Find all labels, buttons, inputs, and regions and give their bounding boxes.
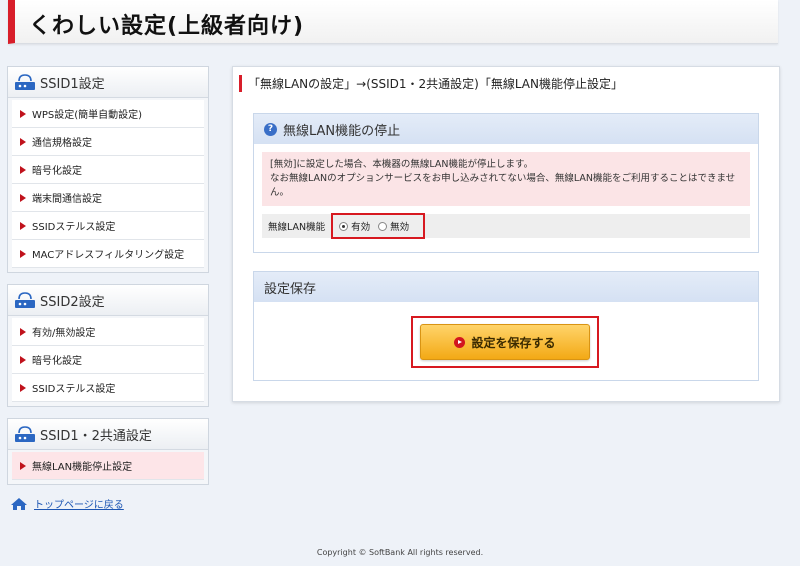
save-button[interactable]: 設定を保存する — [420, 324, 590, 360]
wifi-icon — [15, 292, 35, 308]
play-arrow-icon — [454, 336, 466, 348]
main-panel: 「無線LANの設定」→(SSID1・2共通設定)「無線LAN機能停止設定」 ? … — [232, 66, 780, 402]
breadcrumb: 「無線LANの設定」→(SSID1・2共通設定)「無線LAN機能停止設定」 — [239, 75, 623, 92]
sidebar-item-standard[interactable]: 通信規格設定 — [12, 128, 204, 156]
notice-line: [無効]に設定した場合、本機器の無線LAN機能が停止します。 — [270, 159, 534, 170]
sidebar-group-ssid2: SSID2設定 有効/無効設定 暗号化設定 SSIDステルス設定 — [7, 284, 209, 407]
sidebar-item-label: 通信規格設定 — [32, 138, 92, 149]
sidebar-item-label: 端末間通信設定 — [32, 194, 102, 205]
arrow-right-icon — [20, 327, 26, 336]
radio-disabled[interactable]: 無効 — [378, 219, 409, 233]
sidebar-item-label: SSIDステルス設定 — [32, 222, 116, 233]
save-highlight: 設定を保存する — [411, 316, 599, 368]
arrow-right-icon — [20, 109, 26, 118]
save-section: 設定保存 設定を保存する — [253, 271, 759, 381]
option-label: 無線LAN機能 — [268, 222, 326, 233]
sidebar-item-label: 無線LAN機能停止設定 — [32, 462, 133, 473]
sidebar-group-header: SSID1設定 — [8, 67, 208, 98]
arrow-right-icon — [20, 165, 26, 174]
sidebar-group-header: SSID2設定 — [8, 285, 208, 316]
sidebar-item-enable[interactable]: 有効/無効設定 — [12, 318, 204, 346]
sidebar-item-label: 暗号化設定 — [32, 356, 82, 367]
save-button-label: 設定を保存する — [471, 335, 556, 350]
back-to-top-link[interactable]: トップページに戻る — [10, 496, 124, 511]
radio-empty-icon — [378, 221, 388, 231]
sidebar-group-header: SSID1・2共通設定 — [8, 419, 208, 450]
sidebar-item-stealth2[interactable]: SSIDステルス設定 — [12, 374, 204, 402]
wlan-radio-group: 有効 無効 — [331, 213, 426, 239]
section-header: 設定保存 — [254, 272, 758, 302]
sidebar-item-wps[interactable]: WPS設定(簡単自動設定) — [12, 100, 204, 128]
wlan-option-row: 無線LAN機能 有効 無効 — [262, 213, 750, 239]
sidebar-item-label: MACアドレスフィルタリング設定 — [32, 250, 185, 261]
wifi-icon — [15, 426, 35, 442]
sidebar-item-isolation[interactable]: 端末間通信設定 — [12, 184, 204, 212]
radio-enabled[interactable]: 有効 — [339, 219, 370, 233]
arrow-right-icon — [20, 193, 26, 202]
radio-selected-icon — [339, 221, 349, 231]
copyright: Copyright © SoftBank All rights reserved… — [316, 548, 484, 557]
radio-label: 有効 — [351, 222, 371, 233]
arrow-right-icon — [20, 383, 26, 392]
radio-label: 無効 — [390, 222, 410, 233]
notice-line: なお無線LANのオプションサービスをお申し込みされてない場合、無線LAN機能をご… — [270, 173, 736, 198]
sidebar-item-stealth[interactable]: SSIDステルス設定 — [12, 212, 204, 240]
page-title: くわしい設定(上級者向け) — [29, 14, 305, 39]
info-icon: ? — [264, 122, 277, 136]
arrow-right-icon — [20, 137, 26, 146]
sidebar-item-encryption[interactable]: 暗号化設定 — [12, 156, 204, 184]
section-title: 設定保存 — [264, 281, 317, 297]
page-header: くわしい設定(上級者向け) — [8, 0, 778, 44]
sidebar-group-title: SSID2設定 — [40, 294, 105, 310]
arrow-right-icon — [20, 461, 26, 470]
arrow-right-icon — [20, 249, 26, 258]
sidebar-item-label: 暗号化設定 — [32, 166, 82, 177]
section-header: ? 無線LAN機能の停止 — [254, 114, 758, 144]
sidebar-item-encryption2[interactable]: 暗号化設定 — [12, 346, 204, 374]
sidebar-item-label: WPS設定(簡単自動設定) — [32, 110, 143, 121]
arrow-right-icon — [20, 355, 26, 364]
wifi-icon — [15, 74, 35, 90]
section-title: 無線LAN機能の停止 — [283, 123, 401, 139]
home-icon — [11, 497, 27, 510]
sidebar-group-common: SSID1・2共通設定 無線LAN機能停止設定 — [7, 418, 209, 485]
back-link-label: トップページに戻る — [34, 500, 124, 511]
sidebar-group-title: SSID1・2共通設定 — [40, 428, 152, 444]
sidebar-item-mac-filter[interactable]: MACアドレスフィルタリング設定 — [12, 240, 204, 268]
sidebar-group-ssid1: SSID1設定 WPS設定(簡単自動設定) 通信規格設定 暗号化設定 端末間通信… — [7, 66, 209, 273]
wlan-stop-section: ? 無線LAN機能の停止 [無効]に設定した場合、本機器の無線LAN機能が停止し… — [253, 113, 759, 253]
sidebar-group-title: SSID1設定 — [40, 76, 105, 92]
sidebar-item-label: 有効/無効設定 — [32, 328, 96, 339]
sidebar-item-wlan-stop[interactable]: 無線LAN機能停止設定 — [12, 452, 204, 480]
notice-box: [無効]に設定した場合、本機器の無線LAN機能が停止します。 なお無線LANのオ… — [262, 152, 750, 206]
arrow-right-icon — [20, 221, 26, 230]
sidebar-item-label: SSIDステルス設定 — [32, 384, 116, 395]
